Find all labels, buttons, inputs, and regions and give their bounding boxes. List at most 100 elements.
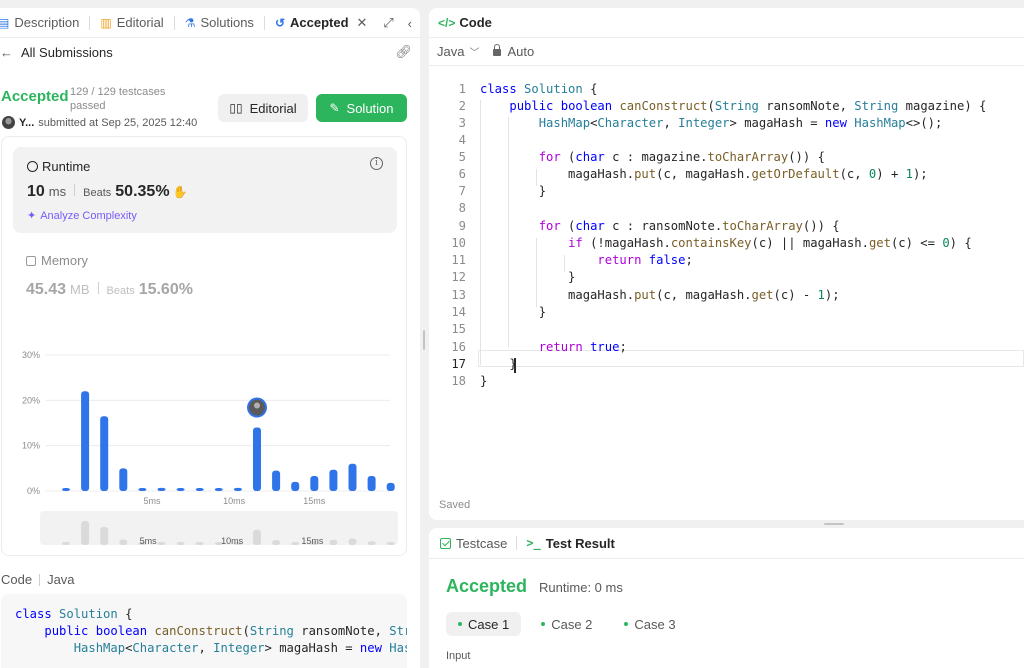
tab-divider bbox=[516, 536, 518, 550]
test-runtime: Runtime: 0 ms bbox=[539, 580, 623, 595]
code-panel: </> Code Java ﹀ Auto 1 2 3 4 5 6 7 8 9 10 11 12 13 14… bbox=[429, 8, 1024, 520]
chevron-down-icon[interactable]: ﹀ bbox=[469, 44, 479, 59]
divider bbox=[39, 573, 41, 586]
tab-solutions[interactable]: ⚗ Solutions bbox=[181, 8, 258, 38]
test-result-panel: Testcase >_ Test Result Accepted Runtime… bbox=[429, 528, 1024, 668]
panel-actions: ⤢ ‹ bbox=[383, 8, 412, 38]
overview-tick-label: 5ms bbox=[140, 536, 158, 546]
y-tick-label: 20% bbox=[22, 395, 40, 405]
submission-subheader: ← All Submissions 🔗︎ bbox=[0, 40, 420, 64]
overview-bar bbox=[291, 542, 300, 545]
test-tabs: Testcase >_ Test Result bbox=[429, 528, 1024, 559]
bar bbox=[329, 469, 338, 491]
x-tick-label: 10ms bbox=[223, 496, 246, 506]
line-number: 9 bbox=[458, 219, 466, 233]
code-editor[interactable]: 1 2 3 4 5 6 7 8 9 10 11 12 13 14 15 16 17 18 class Soluti… bbox=[429, 71, 1024, 451]
bar bbox=[272, 470, 281, 491]
overview-bar bbox=[253, 529, 261, 545]
bar bbox=[348, 463, 357, 491]
code-line: } bbox=[480, 184, 547, 198]
case-tab-1[interactable]: Case 1 bbox=[446, 612, 522, 636]
input-label: Input bbox=[446, 650, 471, 662]
pass-dot bbox=[624, 622, 629, 626]
expand-icon[interactable]: ⤢ bbox=[383, 15, 393, 31]
auto-mode[interactable]: Auto bbox=[507, 44, 534, 59]
bar bbox=[310, 476, 319, 491]
tab-test-result[interactable]: >_ Test Result bbox=[526, 536, 615, 551]
code-line: if (!magaHash.containsKey(c) || magaHash… bbox=[568, 236, 972, 250]
panel-resize-handle[interactable] bbox=[422, 330, 426, 354]
saved-status: Saved bbox=[439, 499, 471, 511]
y-tick-label: 0% bbox=[27, 486, 40, 496]
code-line: } bbox=[480, 270, 576, 284]
case-tab-2[interactable]: Case 2 bbox=[529, 612, 604, 636]
history-icon: ↺ bbox=[274, 15, 285, 30]
book-icon: ▯▯ bbox=[229, 101, 243, 115]
test-result-summary: Accepted Runtime: 0 ms bbox=[446, 576, 623, 597]
overview-bar bbox=[157, 542, 166, 545]
line-number: 11 bbox=[451, 253, 466, 267]
submission-info: Y... submitted at Sep 25, 2025 12:40 bbox=[2, 116, 197, 129]
code-preview: class Solution { public boolean canConst… bbox=[1, 594, 407, 668]
case-tabs: Case 1 Case 2 Case 3 bbox=[446, 612, 688, 636]
lock-icon bbox=[493, 44, 502, 56]
link-icon[interactable]: 🔗︎ bbox=[395, 44, 412, 60]
line-number: 7 bbox=[458, 184, 466, 198]
tab-divider bbox=[89, 15, 91, 30]
bar bbox=[100, 416, 109, 491]
bar bbox=[138, 488, 147, 491]
overview-bar bbox=[195, 542, 204, 545]
chevron-left-icon[interactable]: ‹ bbox=[408, 16, 412, 31]
terminal-icon: >_ bbox=[526, 536, 541, 550]
all-submissions-link[interactable]: ← All Submissions bbox=[0, 45, 113, 60]
solution-button[interactable]: ✎ Solution bbox=[316, 94, 407, 122]
code-line: for (char c : magazine.toCharArray()) { bbox=[538, 150, 825, 164]
description-icon: ▤ bbox=[0, 15, 10, 30]
tab-divider bbox=[263, 15, 265, 30]
tab-description[interactable]: ▤ Description bbox=[0, 8, 83, 38]
accepted-status: Accepted bbox=[1, 88, 69, 105]
tab-testcase[interactable]: Testcase bbox=[440, 536, 507, 551]
line-number: 8 bbox=[458, 201, 466, 215]
bar bbox=[176, 488, 185, 491]
edit-icon: ✎ bbox=[329, 101, 340, 115]
code-line: } bbox=[480, 357, 517, 371]
avatar[interactable] bbox=[2, 116, 15, 129]
tab-editorial[interactable]: ▥ Editorial bbox=[96, 8, 167, 38]
text-cursor bbox=[514, 358, 516, 373]
pass-dot bbox=[541, 622, 546, 626]
overview-track bbox=[40, 511, 398, 545]
username[interactable]: Y... bbox=[19, 117, 34, 129]
submitted-time: submitted at Sep 25, 2025 12:40 bbox=[38, 116, 198, 129]
bar bbox=[119, 468, 128, 491]
bar bbox=[386, 482, 395, 491]
runtime-distribution-chart[interactable]: 0% 10% 20% 30% 5ms 10ms 15ms 5ms 10ms 15ms bbox=[2, 137, 408, 557]
code-line: class Solution { bbox=[480, 82, 598, 96]
language-select[interactable]: Java bbox=[437, 44, 464, 59]
code-line: } bbox=[480, 374, 488, 388]
overview-bar bbox=[367, 541, 376, 545]
overview-bar bbox=[329, 539, 338, 545]
performance-card: Runtime i 10 ms Beats 50.35% ✋ ✦ Analyze… bbox=[1, 136, 407, 556]
code-line: magaHash.put(c, magaHash.get(c) - 1); bbox=[480, 288, 840, 302]
pass-dot bbox=[458, 622, 462, 626]
bar bbox=[253, 427, 261, 491]
overview-bar bbox=[81, 521, 90, 545]
bar bbox=[195, 488, 204, 491]
editorial-button[interactable]: ▯▯ Editorial bbox=[218, 94, 308, 122]
line-number: 14 bbox=[451, 305, 466, 319]
editor-resize-handle[interactable] bbox=[822, 522, 846, 526]
code-line: public boolean canConstruct(String ranso… bbox=[509, 99, 987, 113]
case-tab-3[interactable]: Case 3 bbox=[612, 612, 687, 636]
line-number: 16 bbox=[451, 340, 466, 354]
close-icon[interactable]: ✕ bbox=[357, 15, 368, 31]
book-icon: ▥ bbox=[100, 15, 112, 30]
tab-accepted[interactable]: ↺ Accepted ✕ bbox=[271, 8, 372, 38]
line-number: 4 bbox=[458, 133, 466, 147]
bar bbox=[81, 391, 90, 491]
bar bbox=[157, 487, 166, 491]
line-number: 2 bbox=[458, 99, 466, 113]
overview-bar bbox=[100, 527, 109, 545]
code-line: } bbox=[480, 305, 547, 319]
code-line: return false; bbox=[597, 253, 693, 267]
